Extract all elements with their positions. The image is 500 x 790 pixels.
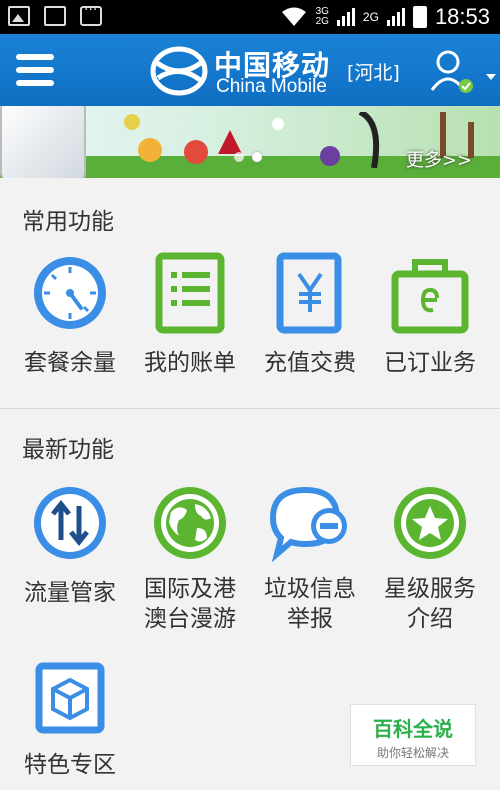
spam-report-icon	[269, 486, 347, 563]
clipboard-notification-icon	[44, 6, 66, 26]
banner-pagination	[234, 152, 262, 162]
bill-list-icon	[155, 252, 225, 334]
data-traffic-icon	[34, 487, 106, 559]
tile-label-line2: 澳台漫游	[144, 606, 236, 632]
app-header: 中国移动 China Mobile [河北]	[0, 34, 500, 106]
gallery-notification-icon	[8, 6, 30, 26]
gauge-icon	[34, 257, 106, 329]
tile-label: 流量管家	[24, 580, 116, 606]
tile-label-line2: 介绍	[407, 606, 453, 632]
battery-icon	[412, 6, 427, 28]
tile-label: 充值交费	[264, 350, 356, 376]
tile-plan-balance[interactable]: 套餐余量	[10, 252, 130, 378]
network-type-2: 2G	[362, 10, 379, 24]
cube-icon	[35, 662, 105, 734]
message-notification-icon	[80, 2, 102, 26]
tile-subscribed-services[interactable]: 已订业务	[370, 252, 490, 378]
tile-international-roaming[interactable]: 国际及港 澳台漫游	[130, 482, 250, 638]
signal-2-icon	[386, 8, 405, 26]
tile-data-manager[interactable]: 流量管家	[10, 482, 130, 608]
tile-star-service[interactable]: 星级服务 介绍	[370, 482, 490, 638]
section-divider	[0, 408, 500, 409]
wifi-icon	[281, 7, 306, 26]
china-mobile-logo-icon	[150, 46, 208, 96]
tile-label: 已订业务	[384, 350, 476, 376]
star-service-icon	[394, 487, 466, 559]
section-title-new: 最新功能	[22, 437, 114, 463]
watermark-badge: 百科全说 助你轻松解决	[350, 704, 476, 766]
network-type-1b: 2G	[315, 16, 329, 27]
signal-1-icon	[336, 8, 355, 26]
watermark-subtitle: 助你轻松解决	[376, 746, 449, 760]
shopping-bag-icon	[391, 259, 469, 334]
logo-text-en: China Mobile	[216, 76, 327, 97]
tile-label-line2: 举报	[287, 606, 333, 632]
tile-label: 我的账单	[144, 350, 236, 376]
tile-label: 特色专区	[24, 752, 116, 778]
user-account-icon[interactable]	[428, 48, 498, 96]
region-selector[interactable]: [河北]	[347, 58, 400, 85]
tile-label: 垃圾信息	[264, 576, 356, 602]
tile-featured-zone[interactable]: 特色专区	[10, 662, 130, 780]
tile-label: 星级服务	[384, 576, 476, 602]
watermark-title: 百科全说	[373, 717, 453, 741]
tile-label: 套餐余量	[24, 350, 116, 376]
tile-spam-report[interactable]: 垃圾信息 举报	[250, 482, 370, 638]
menu-icon[interactable]	[16, 54, 54, 86]
promo-banner[interactable]: 更多>>	[0, 106, 500, 178]
phone-illustration	[0, 106, 86, 178]
page-dot[interactable]	[234, 152, 244, 162]
globe-icon	[154, 487, 226, 559]
banner-more-link[interactable]: 更多>>	[406, 146, 472, 172]
tile-label: 国际及港	[144, 576, 236, 602]
yuan-payment-icon	[276, 252, 342, 334]
tile-my-bill[interactable]: 我的账单	[130, 252, 250, 378]
clock: 18:53	[434, 4, 490, 29]
status-bar: 3G 2G 2G 18:53	[0, 0, 500, 34]
section-title-common: 常用功能	[22, 209, 114, 235]
tile-recharge[interactable]: 充值交费	[250, 252, 370, 378]
page-dot-active[interactable]	[252, 152, 262, 162]
